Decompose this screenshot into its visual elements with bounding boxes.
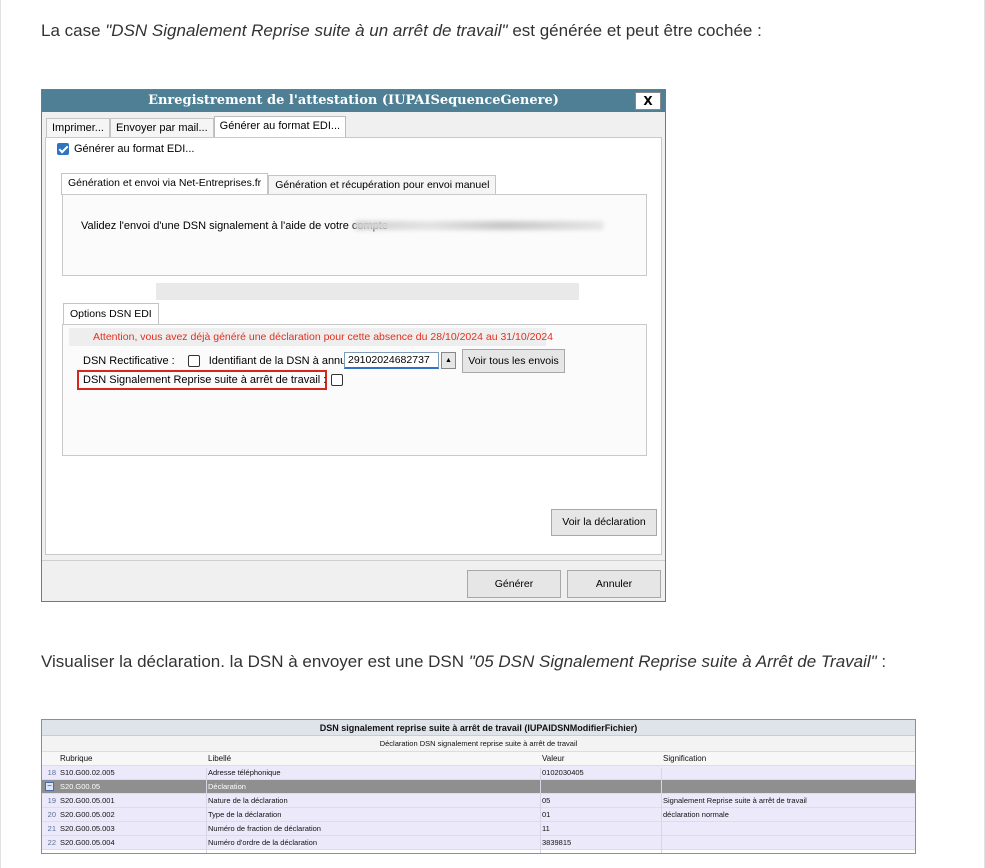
identifiant-label: Identifiant de la DSN à annuler bbox=[208, 355, 359, 367]
visualiser-text-quote: "05 DSN Signalement Reprise suite à Arrê… bbox=[468, 652, 877, 671]
rectificative-row: DSN Rectificative : Identifiant de la DS… bbox=[83, 355, 359, 367]
generer-button[interactable]: Générer bbox=[467, 570, 561, 598]
subtab-envoi-manuel[interactable]: Génération et récupération pour envoi ma… bbox=[268, 175, 497, 195]
edi-checkbox[interactable] bbox=[57, 143, 69, 155]
grid-header: Rubrique Libellé Valeur Signification bbox=[42, 752, 915, 766]
footer-divider bbox=[42, 560, 665, 561]
row-libelle: Numéro d'ordre de la déclaration bbox=[208, 838, 317, 847]
row-valeur: 11 bbox=[542, 824, 550, 833]
table-row[interactable]: 20 S20.G00.05.002 Type de la déclaration… bbox=[42, 808, 915, 822]
rectificative-label: DSN Rectificative : bbox=[83, 355, 175, 367]
reprise-label: DSN Signalement Reprise suite à arrêt de… bbox=[83, 374, 327, 386]
header-rubrique[interactable]: Rubrique bbox=[60, 752, 205, 766]
intro-text-start: La case bbox=[41, 21, 106, 40]
table-row[interactable]: 19 S20.G00.05.001 Nature de la déclarati… bbox=[42, 794, 915, 808]
row-rubrique: S20.G00.05.002 bbox=[60, 810, 115, 819]
visualiser-paragraph: Visualiser la déclaration. la DSN à envo… bbox=[41, 652, 886, 672]
net-entreprises-panel bbox=[62, 194, 647, 276]
close-button[interactable]: X bbox=[635, 92, 661, 110]
header-libelle[interactable]: Libellé bbox=[208, 752, 541, 766]
row-signification: Signalement Reprise suite à arrêt de tra… bbox=[663, 796, 807, 805]
column-divider bbox=[206, 768, 207, 853]
dialog-title: Enregistrement de l'attestation (IUPAISe… bbox=[148, 93, 559, 108]
row-libelle: Nature de la déclaration bbox=[208, 796, 288, 805]
grid-title: DSN signalement reprise suite à arrêt de… bbox=[42, 720, 915, 736]
rectificative-checkbox[interactable] bbox=[187, 355, 200, 367]
collapse-icon[interactable]: − bbox=[45, 782, 54, 791]
row-signification: déclaration normale bbox=[663, 810, 729, 819]
row-valeur: 0102030405 bbox=[542, 768, 584, 777]
row-libelle: Type de la déclaration bbox=[208, 810, 282, 819]
validate-text: Validez l'envoi d'une DSN signalement à … bbox=[81, 220, 388, 232]
row-number: 20 bbox=[47, 810, 56, 819]
row-rubrique: S20.G00.05.001 bbox=[60, 796, 115, 805]
subtab-net-entreprises[interactable]: Génération et envoi via Net-Entreprises.… bbox=[61, 173, 269, 195]
intro-paragraph: La case "DSN Signalement Reprise suite à… bbox=[41, 21, 762, 41]
row-rubrique: S20.G00.05.004 bbox=[60, 838, 115, 847]
header-valeur[interactable]: Valeur bbox=[542, 752, 662, 766]
edi-checkbox-label: Générer au format EDI... bbox=[74, 143, 195, 155]
row-number: 18 bbox=[47, 768, 56, 777]
row-libelle: Adresse téléphonique bbox=[208, 768, 281, 777]
grid-subtitle: Déclaration DSN signalement reprise suit… bbox=[42, 736, 915, 752]
row-libelle: Numéro de fraction de déclaration bbox=[208, 824, 321, 833]
intro-text-end: est générée et peut être cochée : bbox=[507, 21, 762, 40]
tab-generer-edi[interactable]: Générer au format EDI... bbox=[213, 116, 347, 138]
column-divider bbox=[540, 768, 541, 853]
generation-subtabs: Génération et envoi via Net-Entreprises.… bbox=[61, 173, 497, 195]
voir-declaration-button[interactable]: Voir la déclaration bbox=[551, 509, 657, 536]
row-number: 21 bbox=[47, 824, 56, 833]
row-rubrique: S10.G00.02.005 bbox=[60, 768, 115, 777]
row-valeur: 05 bbox=[542, 796, 551, 805]
tab-envoyer-mail[interactable]: Envoyer par mail... bbox=[109, 118, 214, 138]
table-row[interactable]: 22 S20.G00.05.004 Numéro d'ordre de la d… bbox=[42, 836, 915, 850]
reprise-row: DSN Signalement Reprise suite à arrêt de… bbox=[83, 374, 344, 386]
row-libelle: Déclaration bbox=[208, 782, 246, 791]
spin-up-icon[interactable]: ▲ bbox=[441, 352, 456, 369]
voir-envois-button[interactable]: Voir tous les envois bbox=[462, 349, 565, 373]
table-row-section[interactable]: − S20.G00.05 Déclaration bbox=[42, 780, 915, 794]
visualiser-text-end: : bbox=[876, 652, 887, 671]
edi-checkbox-row: Générer au format EDI... bbox=[57, 143, 194, 155]
row-valeur: 01 bbox=[542, 810, 551, 819]
dialog-tabs: Imprimer... Envoyer par mail... Générer … bbox=[46, 116, 347, 138]
row-rubrique: S20.G00.05 bbox=[60, 782, 101, 791]
row-number: 19 bbox=[47, 796, 56, 805]
row-valeur: 3839815 bbox=[542, 838, 572, 847]
redacted-account bbox=[354, 221, 604, 230]
identifiant-input[interactable]: 29102024682737 bbox=[344, 352, 439, 369]
dsn-grid: DSN signalement reprise suite à arrêt de… bbox=[41, 719, 916, 854]
dialog-titlebar: Enregistrement de l'attestation (IUPAISe… bbox=[42, 90, 665, 112]
tab-imprimer[interactable]: Imprimer... bbox=[46, 118, 110, 138]
progress-bar bbox=[156, 283, 579, 300]
visualiser-text-start: Visualiser la déclaration. la DSN à envo… bbox=[41, 652, 469, 671]
table-row[interactable]: 21 S20.G00.05.003 Numéro de fraction de … bbox=[42, 822, 915, 836]
attestation-dialog: Enregistrement de l'attestation (IUPAISe… bbox=[41, 89, 666, 602]
column-divider bbox=[661, 768, 662, 853]
intro-text-quote: "DSN Signalement Reprise suite à un arrê… bbox=[105, 21, 508, 40]
warning-message: Attention, vous avez déjà généré une déc… bbox=[69, 328, 553, 346]
header-signification[interactable]: Signification bbox=[663, 752, 915, 766]
tab-options-dsn-edi[interactable]: Options DSN EDI bbox=[63, 303, 159, 325]
row-rubrique: S20.G00.05.003 bbox=[60, 824, 115, 833]
row-number: 22 bbox=[47, 838, 56, 847]
annuler-button[interactable]: Annuler bbox=[567, 570, 661, 598]
reprise-checkbox[interactable] bbox=[331, 374, 344, 386]
table-row[interactable]: 18 S10.G00.02.005 Adresse téléphonique 0… bbox=[42, 766, 915, 780]
